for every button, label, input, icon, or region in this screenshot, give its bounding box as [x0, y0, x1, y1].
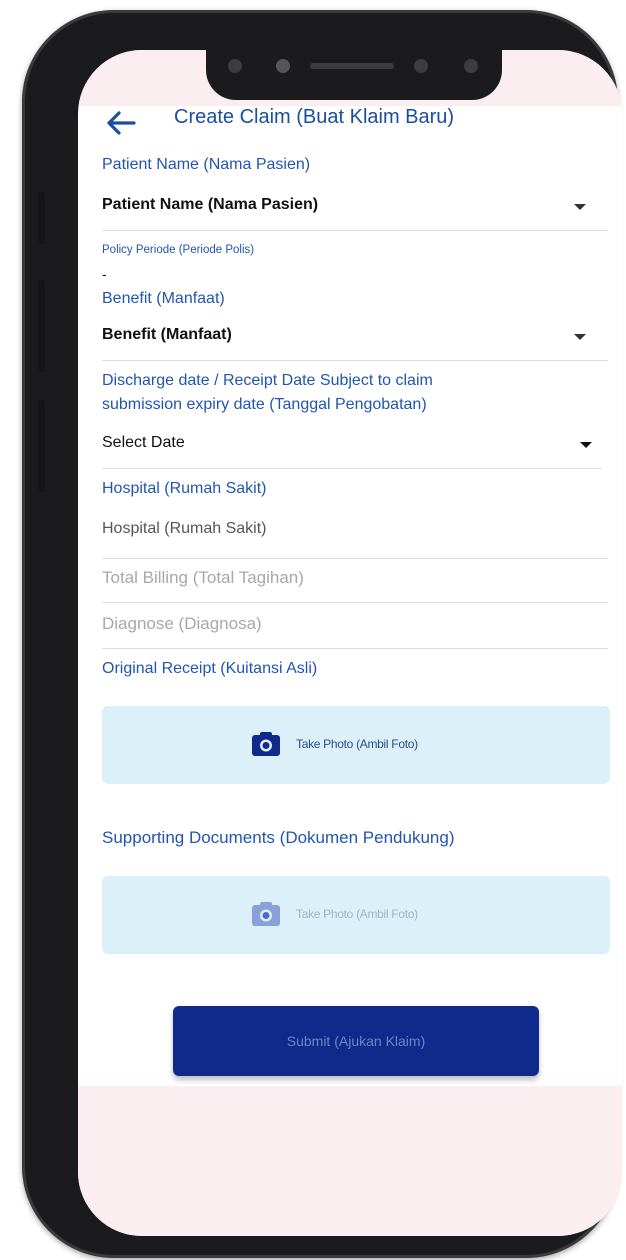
supporting-docs-label: Supporting Documents (Dokumen Pendukung)	[102, 828, 455, 847]
benefit-select[interactable]: Benefit (Manfaat)	[102, 316, 608, 356]
patient-name-select[interactable]: Patient Name (Nama Pasien)	[102, 186, 608, 226]
phone-screen: Create Claim (Buat Klaim Baru) Patient N…	[78, 50, 622, 1236]
take-photo-label: Take Photo (Ambil Foto)	[296, 737, 418, 751]
divider	[102, 230, 608, 231]
caret-down-icon	[574, 334, 586, 340]
patient-name-label: Patient Name (Nama Pasien)	[102, 156, 311, 173]
volume-up-button	[38, 280, 45, 372]
discharge-date-label-line1: Discharge date / Receipt Date Subject to…	[102, 372, 433, 389]
camera-icon	[252, 902, 280, 926]
diagnose-input[interactable]: Diagnose (Diagnosa)	[102, 614, 262, 634]
divider	[102, 648, 608, 649]
discharge-date-select[interactable]: Select Date	[102, 426, 608, 466]
discharge-date-label-line2: submission expiry date (Tanggal Pengobat…	[102, 396, 427, 413]
divider	[102, 558, 608, 559]
sensor-dot	[464, 59, 478, 73]
policy-period-value: -	[102, 266, 107, 282]
original-receipt-label: Original Receipt (Kuitansi Asli)	[102, 660, 318, 677]
phone-frame: Create Claim (Buat Klaim Baru) Patient N…	[22, 10, 622, 1258]
patient-name-value: Patient Name (Nama Pasien)	[102, 196, 319, 213]
benefit-value: Benefit (Manfaat)	[102, 326, 232, 343]
hospital-label: Hospital (Rumah Sakit)	[102, 480, 267, 497]
discharge-date-value: Select Date	[102, 434, 185, 451]
take-photo-label: Take Photo (Ambil Foto)	[296, 907, 418, 921]
bottom-area	[78, 1086, 622, 1236]
benefit-label: Benefit (Manfaat)	[102, 290, 225, 307]
page-title: Create Claim (Buat Klaim Baru)	[174, 106, 455, 128]
back-arrow-icon[interactable]	[104, 108, 138, 138]
submit-button[interactable]: Submit (Ajukan Klaim)	[173, 1006, 539, 1076]
camera-icon	[252, 732, 280, 756]
supporting-docs-upload[interactable]: Take Photo (Ambil Foto)	[102, 876, 610, 954]
caret-down-icon	[580, 442, 592, 448]
mute-switch	[38, 192, 45, 244]
policy-period-label: Policy Periode (Periode Polis)	[102, 244, 255, 256]
total-billing-input[interactable]: Total Billing (Total Tagihan)	[102, 568, 304, 588]
divider	[102, 602, 608, 603]
divider	[102, 360, 608, 361]
sensor-dot	[228, 59, 242, 73]
sensor-dot	[414, 59, 428, 73]
volume-down-button	[38, 400, 45, 492]
original-receipt-upload[interactable]: Take Photo (Ambil Foto)	[102, 706, 610, 784]
earpiece-speaker	[310, 63, 394, 69]
hospital-input[interactable]: Hospital (Rumah Sakit)	[102, 520, 267, 538]
caret-down-icon	[574, 204, 586, 210]
notch	[206, 50, 502, 100]
front-camera	[276, 59, 290, 73]
divider	[102, 468, 602, 469]
